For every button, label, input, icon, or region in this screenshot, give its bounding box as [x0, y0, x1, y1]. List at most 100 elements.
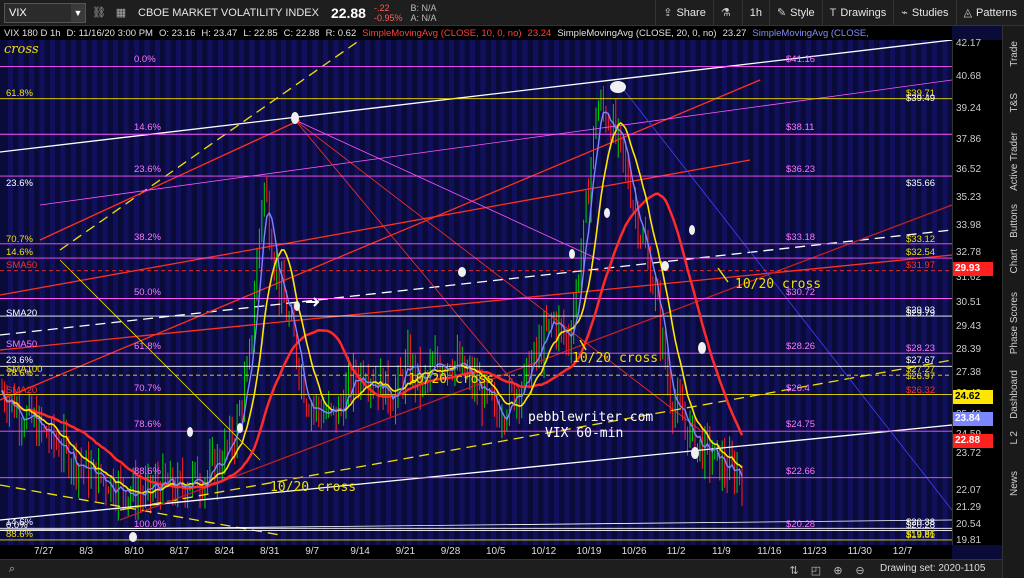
sma10-value: 23.24 — [527, 27, 552, 39]
date-tick-label: 10/26 — [621, 546, 647, 557]
chart-stripe — [743, 40, 748, 545]
fib-left-label: SMA20 — [6, 385, 38, 397]
sidebar-tab-trade[interactable]: Trade — [1003, 34, 1024, 74]
net-change-block: -.22 -0.95% — [374, 3, 403, 23]
price-tick-label: 27.38 — [956, 366, 982, 378]
fib-right-value-label: $19.81 — [906, 530, 936, 541]
chart-stripe — [932, 40, 937, 545]
date-tick-label: 9/21 — [395, 546, 416, 557]
zoom-icon[interactable]: ⌕ — [4, 561, 20, 577]
chart-stripe — [879, 40, 885, 545]
sma10-label: SimpleMovingAvg (CLOSE, 10, 0, no) — [362, 27, 522, 39]
symbol-text: VIX — [9, 6, 27, 19]
date-axis[interactable]: 7/27 8/3 8/10 8/17 8/24 8/31 9/7 9/14 9/21 9/28 10… — [0, 545, 952, 559]
price-tick-label: 42.17 — [956, 38, 982, 49]
pivot-marker — [604, 208, 610, 218]
date-tick-label: 11/16 — [757, 546, 782, 557]
drawings-button[interactable]: T Drawings — [821, 0, 894, 26]
chart-stripe — [848, 40, 853, 545]
sidebar-tab-phase-scores[interactable]: Phase Scores — [1003, 288, 1024, 358]
bar-low: L: 22.85 — [243, 27, 278, 39]
link-icon[interactable]: ⛓ — [90, 3, 108, 23]
fib-left-label: 70.7% — [6, 234, 33, 246]
fib-left-label: SMA100 — [6, 364, 43, 376]
price-tag-blue: 23.84 — [953, 412, 993, 426]
chart-stripe — [165, 40, 171, 545]
cross-annotation: 10/20 cross — [270, 480, 357, 495]
sidebar-tab-chart[interactable]: Chart — [1003, 246, 1024, 276]
fib-value-label: $28.26 — [786, 341, 816, 353]
bar-close: C: 22.88 — [283, 27, 320, 39]
price-tick-label: 19.81 — [956, 535, 982, 546]
fib-left-label: 23.6% — [6, 177, 33, 189]
chevron-down-icon[interactable]: ▼ — [71, 3, 85, 22]
sidebar-tab-label: Phase Scores — [1008, 291, 1020, 355]
price-tag-red: 22.88 — [953, 434, 993, 448]
fib-value-label: $20.28 — [786, 518, 816, 530]
date-tick-label: 8/31 — [260, 546, 280, 557]
price-tick-label: 23.72 — [956, 448, 982, 460]
timeframe-button[interactable]: 1h — [741, 0, 769, 26]
price-tick-label: 35.23 — [956, 192, 982, 204]
chart-stripe — [186, 40, 192, 545]
ask-value: A: N/A — [410, 12, 437, 23]
sidebar-tab-l-2[interactable]: L 2 — [1003, 426, 1024, 450]
sidebar-tab-news[interactable]: News — [1003, 464, 1024, 504]
chart-stripe — [260, 40, 265, 545]
fib-left-label: 14.6% — [6, 247, 33, 259]
chart-stripe — [375, 40, 381, 545]
fib-value-label: $24.75 — [786, 419, 816, 431]
sidebar-tab-active-trader[interactable]: Active Trader — [1003, 126, 1024, 196]
price-chart[interactable]: 0.0% 14.6% 23.6% 38.2% 50.0% 61.8% 70.7% 78.6% 8… — [0, 40, 952, 545]
style-button[interactable]: ✎ Style — [768, 0, 822, 26]
symbol-selector[interactable]: VIX ▼ — [4, 2, 86, 23]
date-tick-label: 8/17 — [169, 546, 190, 557]
pivot-marker — [458, 267, 466, 277]
zoom-out-icon[interactable]: ⊖ — [852, 562, 868, 578]
chart-stripe — [816, 40, 822, 545]
pan-icon[interactable]: ⇅ — [786, 562, 802, 578]
date-tick-label: 10/12 — [531, 546, 557, 557]
drawing-set-label: Drawing set: 2020-1105 — [880, 563, 986, 574]
fit-icon[interactable]: ◰ — [808, 562, 824, 578]
bar-date: D: 11/16/20 3:00 PM — [66, 27, 153, 39]
fib-value-label: $41.16 — [786, 54, 816, 66]
watermark-site: pebblewriter.com — [528, 410, 654, 425]
cross-annotation: 10/20 cross — [572, 351, 659, 366]
price-tick-label: 28.39 — [956, 344, 982, 356]
chart-stripe — [396, 40, 402, 545]
chart-stripe — [533, 40, 538, 545]
share-button[interactable]: ⇪ Share — [655, 0, 713, 26]
sidebar-tab-dashboard[interactable]: Dashboard — [1003, 368, 1024, 420]
bar-high: H: 23.47 — [201, 27, 238, 39]
fib-right-value-label: $28.23 — [906, 342, 936, 354]
pivot-marker — [698, 342, 706, 354]
grid-icon[interactable]: ▦ — [112, 3, 130, 23]
chart-stripe — [764, 40, 769, 545]
sidebar-tab-label: Buttons — [1008, 204, 1020, 238]
fib-left-label: SMA50 — [6, 339, 38, 351]
pivot-marker — [610, 81, 626, 93]
chart-stripe — [365, 40, 370, 545]
chart-stripe — [333, 40, 339, 545]
chart-stripe — [900, 40, 906, 545]
sidebar-tab-buttons[interactable]: Buttons — [1003, 202, 1024, 240]
studies-button[interactable]: ⌁ Studies — [893, 0, 955, 26]
drawings-icon: T — [829, 6, 837, 19]
patterns-button[interactable]: ◬ Patterns — [955, 0, 1024, 26]
pivot-marker — [237, 423, 243, 433]
chart-stripe — [417, 40, 423, 545]
pivot-marker — [661, 261, 669, 271]
fib-percent-label: 88.6% — [134, 465, 161, 477]
price-axis[interactable]: 42.17 40.68 39.24 37.86 36.52 35.23 33.98 32.78… — [952, 38, 1002, 546]
current-price-tag: 29.93 — [953, 262, 993, 276]
date-tick-label: 11/9 — [712, 546, 731, 557]
chart-stripe — [449, 40, 454, 545]
sidebar-tab-t-s[interactable]: T&S — [1003, 88, 1024, 118]
zoom-in-icon[interactable]: ⊕ — [830, 562, 846, 578]
last-price: 22.88 — [330, 4, 366, 21]
flask-button[interactable]: ⚗ — [712, 0, 742, 26]
fib-percent-label: 38.2% — [134, 231, 161, 243]
date-tick-label: 10/19 — [576, 546, 602, 557]
chart-stripe — [774, 40, 780, 545]
